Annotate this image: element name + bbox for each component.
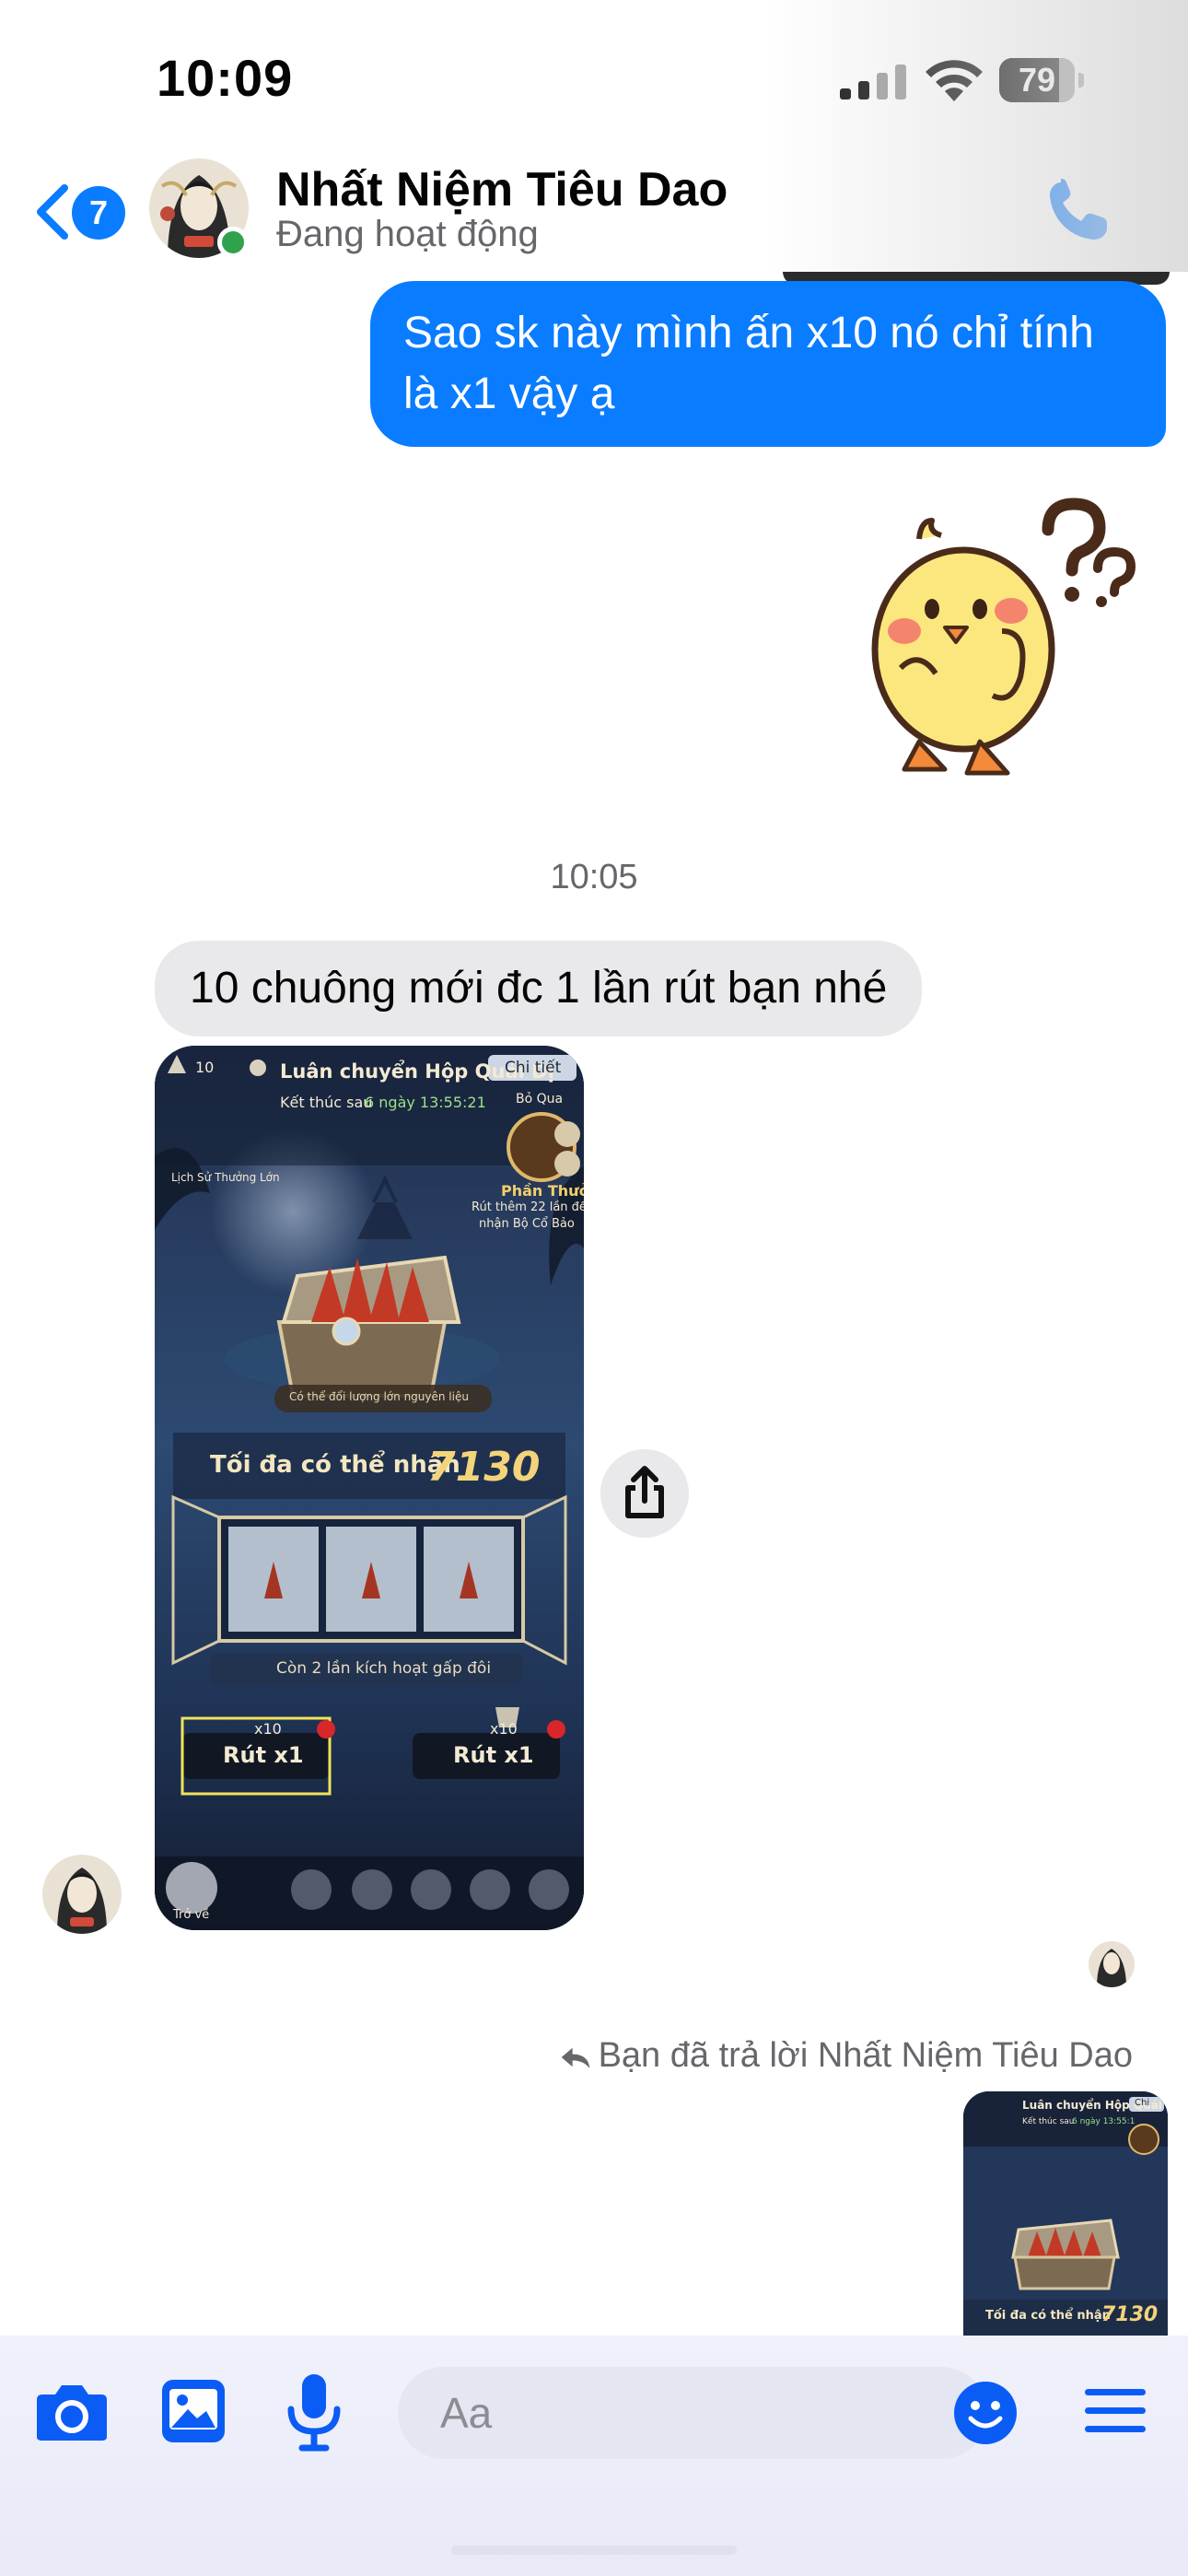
contact-name[interactable]: Nhất Niệm Tiêu Dao [276, 162, 728, 217]
history-label: Lịch Sử Thưởng Lớn [171, 1171, 280, 1184]
back-button[interactable]: 7 [31, 175, 133, 249]
detail-button: Chi tiết [505, 1059, 562, 1077]
reward-title: Phần Thưởng [501, 1182, 584, 1200]
reward-desc-line-2: nhận Bộ Cổ Bảo [479, 1217, 575, 1231]
voice-call-button[interactable] [1042, 177, 1112, 247]
more-options-button[interactable] [1083, 2383, 1147, 2439]
message-timestamp: 10:05 [550, 858, 638, 896]
message-composer [0, 2336, 1188, 2576]
ends-label: Kết thúc sau [280, 1094, 373, 1111]
confused-chick-sticker[interactable] [864, 493, 1168, 788]
thumb-detail-button: Chi [1135, 2098, 1150, 2108]
ends-time: 6 ngày 13:55:21 [365, 1094, 486, 1111]
voice-record-button[interactable] [282, 2372, 346, 2452]
share-icon [625, 1466, 664, 1518]
battery-cap [1078, 73, 1084, 88]
reply-context-text: Bạn đã trả lời Nhất Niệm Tiêu Dao [598, 2036, 1133, 2075]
camera-icon [37, 2385, 107, 2441]
incoming-message-bubble[interactable]: 10 chuông mới đc 1 lần rút bạn nhé [155, 941, 923, 1036]
draw-left-button: Rút x1 [223, 1742, 304, 1768]
home-indicator [451, 2546, 737, 2555]
wifi-icon [926, 60, 983, 101]
sender-avatar-image [42, 1855, 122, 1934]
seen-avatar-image [1089, 1941, 1135, 1987]
battery-body: 79 [999, 58, 1075, 102]
reply-context-note: Bạn đã trả lời Nhất Niệm Tiêu Dao [560, 2036, 1133, 2076]
message-input[interactable] [398, 2367, 987, 2459]
gift-label: Bỏ Qua [516, 1092, 564, 1107]
thumb-ends-label: Kết thúc sau [1022, 2117, 1075, 2126]
chat-header: 7 Nhất Niệm Tiêu Dao Đang hoạt động [0, 147, 1188, 272]
battery-percentage: 79 [1018, 61, 1056, 99]
smiley-icon [954, 2382, 1017, 2444]
outgoing-message-bubble[interactable]: Sao sk này mình ấn x10 nó chỉ tính là x1… [370, 281, 1166, 447]
microphone-icon [287, 2374, 341, 2452]
cost-left: x10 [254, 1720, 282, 1738]
chevron-left-icon [37, 184, 68, 240]
status-time: 10:09 [157, 49, 294, 107]
thumb-ends-time: 6 ngày 13:55:1 [1072, 2117, 1136, 2126]
share-image-button[interactable] [600, 1449, 689, 1538]
cellular-signal-icon [840, 64, 906, 100]
cost-right: x10 [490, 1720, 518, 1738]
unread-count-badge: 7 [72, 186, 125, 240]
reward-desc-line-1: Rút thêm 22 lần để [472, 1200, 584, 1214]
reply-arrow-icon [561, 2047, 589, 2068]
thumb-max-value: 7130 [1101, 2303, 1159, 2326]
bell-count: 10 [195, 1059, 215, 1076]
contact-activity-status: Đang hoạt động [276, 214, 539, 254]
replied-image-preview[interactable]: Luân chuyển Hộp Quái Dị Chi Kết thúc sau… [963, 2091, 1168, 2336]
message-list[interactable]: Sao sk này mình ấn x10 nó chỉ tính là x1… [0, 272, 1188, 2336]
online-status-dot [217, 227, 249, 258]
double-remaining-label: Còn 2 lần kích hoạt gấp đôi [276, 1659, 492, 1678]
camera-button[interactable] [33, 2380, 111, 2444]
max-claim-value: 7130 [427, 1444, 541, 1491]
exchange-banner: Có thể đổi lượng lớn nguyên liệu [289, 1390, 469, 1403]
sender-avatar[interactable] [42, 1855, 122, 1934]
status-bar: 10:09 79 [0, 0, 1188, 147]
image-icon [162, 2380, 225, 2442]
game-back-label: Trở về [173, 1908, 210, 1922]
seen-avatar [1089, 1941, 1135, 1987]
menu-icon [1085, 2389, 1146, 2432]
draw-right-button: Rút x1 [453, 1742, 534, 1768]
thumb-max-label: Tối đa có thể nhận [985, 2309, 1111, 2323]
emoji-button[interactable] [952, 2380, 1019, 2446]
incoming-image-message[interactable]: 10 Luân chuyển Hộp Quái Dị Chi tiết Kết … [155, 1046, 584, 1930]
replied-image-artwork [963, 2091, 1168, 2336]
gallery-button[interactable] [158, 2376, 228, 2446]
phone-icon [1050, 179, 1107, 240]
battery-indicator: 79 [999, 58, 1084, 102]
max-claim-label: Tối đa có thể nhận [210, 1451, 460, 1479]
